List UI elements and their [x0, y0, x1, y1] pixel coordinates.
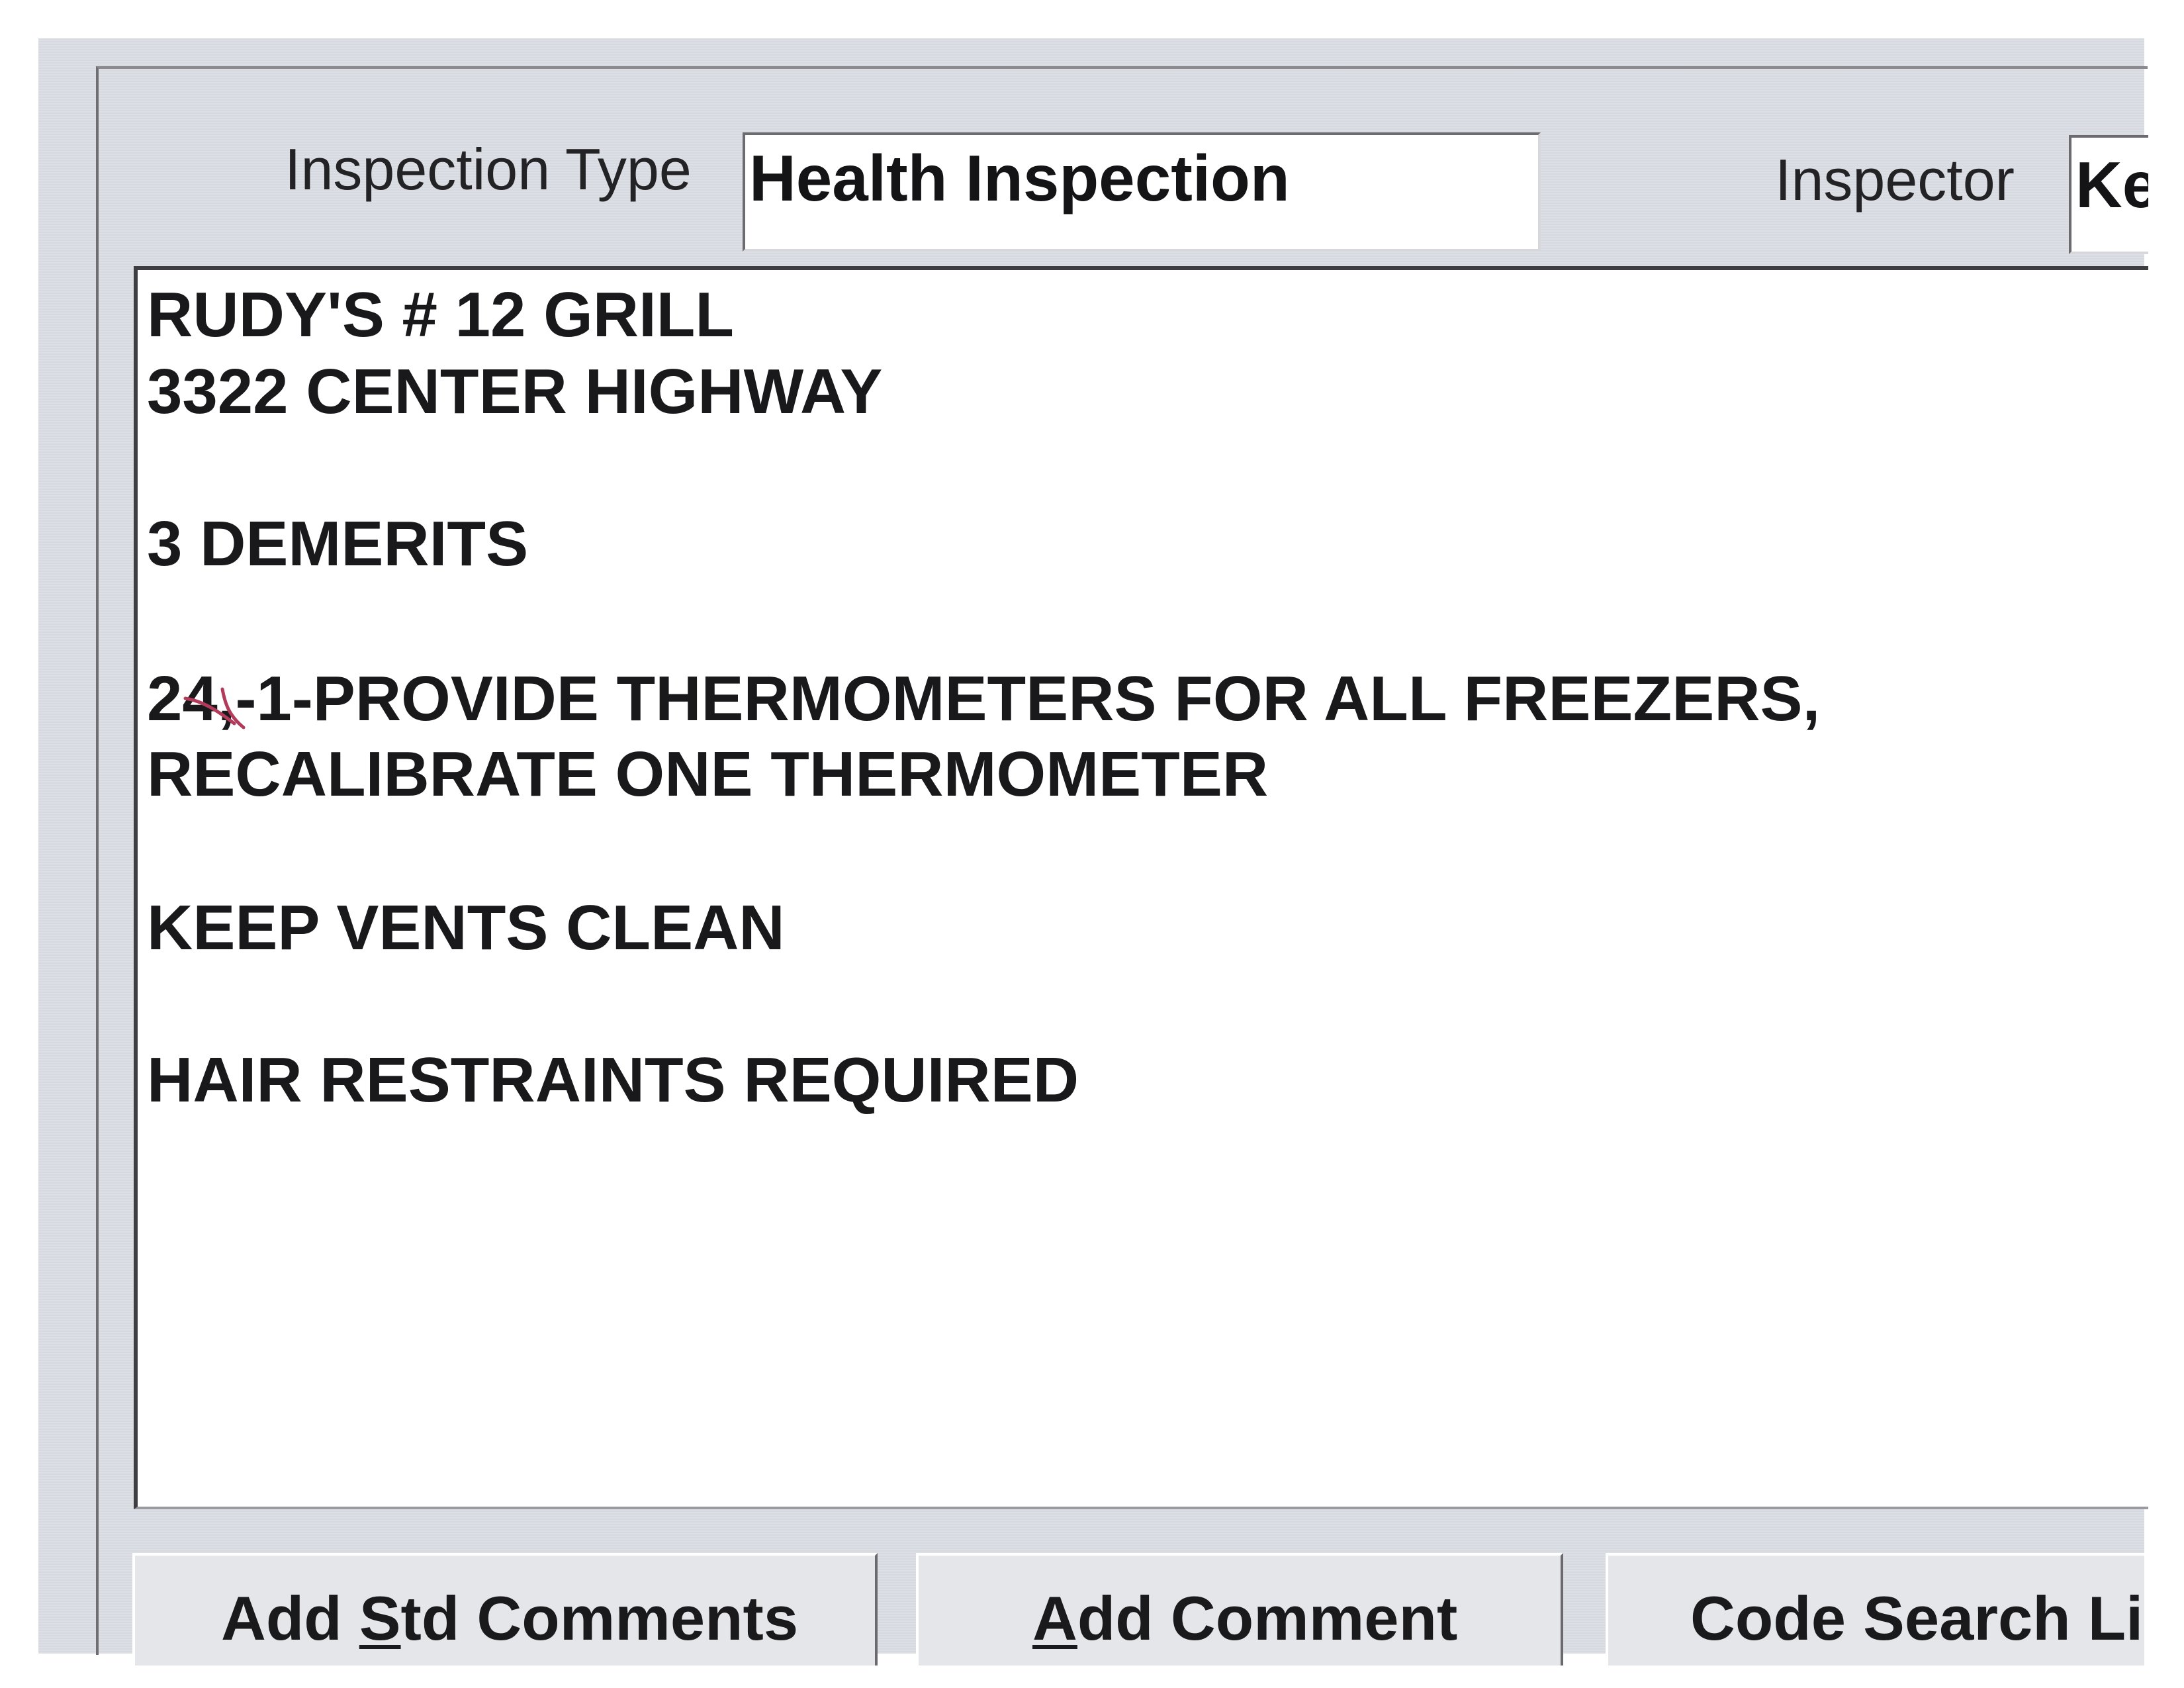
inspection-type-label: Inspection Type — [285, 136, 692, 202]
comments-textarea[interactable]: RUDY'S # 12 GRILL 3322 CENTER HIGHWAY 3 … — [134, 266, 2148, 1509]
comment-line: 3322 CENTER HIGHWAY — [147, 356, 883, 427]
mnemonic-letter: S — [359, 1583, 401, 1653]
comment-line: RUDY'S # 12 GRILL — [147, 279, 735, 350]
handwritten-check-mark — [183, 687, 246, 729]
inspection-type-field[interactable]: Health Inspection — [743, 132, 1541, 252]
add-std-comments-button[interactable]: Add Std Comments — [132, 1553, 878, 1665]
comment-line: HAIR RESTRAINTS REQUIRED — [147, 1045, 1079, 1115]
comment-line: KEEP VENTS CLEAN — [147, 892, 785, 963]
scanned-screenshot: Inspection Type Health Inspection Inspec… — [0, 0, 2184, 1688]
add-std-comments-label: Add Std Comments — [221, 1587, 798, 1650]
comment-line: RECALIBRATE ONE THERMOMETER — [147, 739, 1269, 810]
inspector-label: Inspector — [1775, 147, 2015, 212]
mnemonic-letter: A — [1032, 1583, 1077, 1653]
label-part: dd Comment — [1077, 1583, 1458, 1653]
inspection-type-value: Health Inspection — [749, 142, 1290, 214]
code-search-label: Code Search Li — [1690, 1583, 2144, 1653]
code-search-button[interactable]: Code Search Li — [1606, 1553, 2144, 1665]
label-part: Add — [221, 1583, 359, 1653]
comment-line: 24,-1-PROVIDE THERMOMETERS FOR ALL FREEZ… — [147, 663, 1821, 734]
add-comment-label: Add Comment — [1032, 1587, 1457, 1650]
inspector-field[interactable]: Ke — [2069, 135, 2148, 254]
add-comment-button[interactable]: Add Comment — [916, 1553, 1563, 1665]
label-part: td Comments — [400, 1583, 799, 1653]
comment-line: 3 DEMERITS — [147, 508, 529, 579]
inspector-value: Ke — [2075, 148, 2148, 221]
